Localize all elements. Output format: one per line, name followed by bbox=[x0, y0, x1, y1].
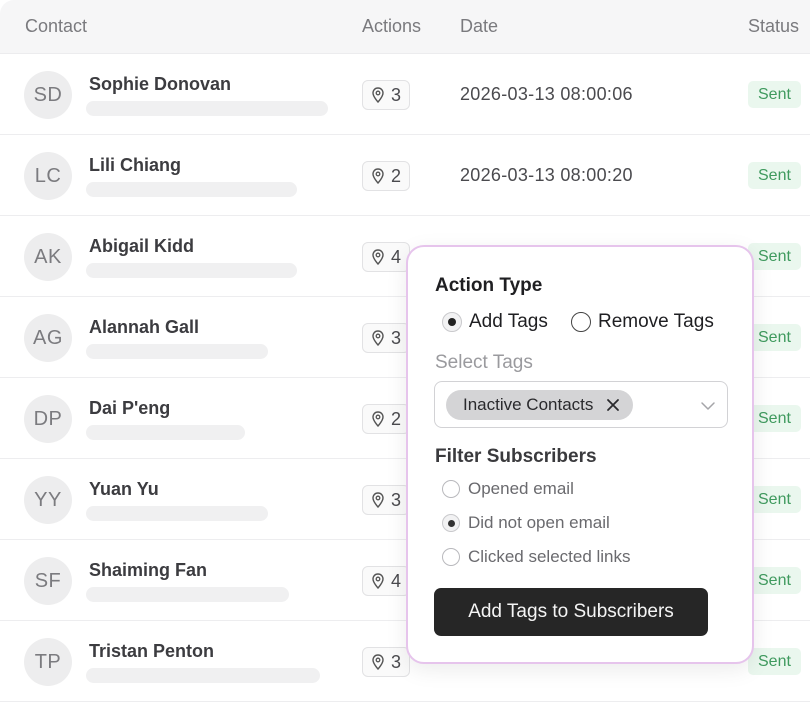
avatar: YY bbox=[24, 476, 72, 524]
header-actions[interactable]: Actions bbox=[362, 16, 421, 37]
add-tags-label: Add Tags bbox=[469, 311, 548, 332]
header-contact[interactable]: Contact bbox=[25, 16, 87, 37]
contact-name[interactable]: Tristan Penton bbox=[89, 641, 214, 662]
sent-date: 2026-03-13 08:00:20 bbox=[460, 165, 633, 185]
contact-name[interactable]: Alannah Gall bbox=[89, 317, 199, 338]
filter-subscribers-title: Filter Subscribers bbox=[435, 446, 597, 467]
status-badge: Sent bbox=[748, 486, 801, 513]
actions-count: 2 bbox=[391, 408, 402, 429]
table-header: Contact Actions Date Status bbox=[0, 0, 810, 54]
actions-count: 3 bbox=[391, 651, 402, 672]
email-placeholder bbox=[86, 101, 328, 116]
email-placeholder bbox=[86, 344, 268, 359]
avatar: TP bbox=[24, 638, 72, 686]
contact-name[interactable]: Shaiming Fan bbox=[89, 560, 207, 581]
remove-tag-icon[interactable] bbox=[605, 397, 621, 413]
actions-count-chip[interactable]: 3 bbox=[362, 80, 411, 110]
location-pin-icon bbox=[372, 330, 384, 346]
opened-email-radio[interactable] bbox=[442, 480, 460, 498]
contact-name[interactable]: Sophie Donovan bbox=[89, 74, 231, 95]
tags-select[interactable]: Inactive Contacts bbox=[434, 381, 728, 428]
add-tags-submit-button[interactable]: Add Tags to Subscribers bbox=[434, 588, 708, 636]
email-placeholder bbox=[86, 587, 289, 602]
avatar: SF bbox=[24, 557, 72, 605]
actions-count-chip[interactable]: 2 bbox=[362, 161, 411, 191]
location-pin-icon bbox=[372, 654, 384, 670]
status-badge: Sent bbox=[748, 567, 801, 594]
avatar: DP bbox=[24, 395, 72, 443]
add-tags-option[interactable]: Add Tags bbox=[442, 311, 548, 333]
did-not-open-label: Did not open email bbox=[468, 513, 610, 532]
table-row[interactable]: SD Sophie Donovan 3 2026-03-13 08:00:06 … bbox=[0, 54, 810, 135]
status-badge: Sent bbox=[748, 162, 801, 189]
table-row[interactable]: LC Lili Chiang 2 2026-03-13 08:00:20 Sen… bbox=[0, 135, 810, 216]
remove-tags-option[interactable]: Remove Tags bbox=[571, 311, 714, 333]
actions-count: 4 bbox=[391, 246, 402, 267]
avatar: AG bbox=[24, 314, 72, 362]
status-badge: Sent bbox=[748, 405, 801, 432]
contact-name[interactable]: Lili Chiang bbox=[89, 155, 181, 176]
actions-count-chip[interactable]: 3 bbox=[362, 323, 411, 353]
remove-tags-radio[interactable] bbox=[571, 312, 591, 332]
selected-tag-label: Inactive Contacts bbox=[463, 395, 594, 414]
avatar: AK bbox=[24, 233, 72, 281]
actions-count: 3 bbox=[391, 84, 402, 105]
actions-count: 3 bbox=[391, 327, 402, 348]
filter-did-not-open-email[interactable]: Did not open email bbox=[442, 513, 610, 533]
filter-clicked-links[interactable]: Clicked selected links bbox=[442, 547, 631, 567]
contact-name[interactable]: Abigail Kidd bbox=[89, 236, 194, 257]
clicked-links-label: Clicked selected links bbox=[468, 547, 631, 566]
email-placeholder bbox=[86, 668, 320, 683]
tag-action-popover: Action Type Add Tags Remove Tags Select … bbox=[406, 245, 754, 664]
location-pin-icon bbox=[372, 411, 384, 427]
select-tags-label: Select Tags bbox=[435, 352, 533, 373]
status-badge: Sent bbox=[748, 648, 801, 675]
actions-count-chip[interactable]: 4 bbox=[362, 566, 411, 596]
sent-date: 2026-03-13 08:00:06 bbox=[460, 84, 633, 104]
chevron-down-icon[interactable] bbox=[699, 397, 717, 415]
opened-email-label: Opened email bbox=[468, 479, 574, 498]
actions-count-chip[interactable]: 2 bbox=[362, 404, 411, 434]
status-badge: Sent bbox=[748, 243, 801, 270]
header-status[interactable]: Status bbox=[748, 16, 799, 37]
location-pin-icon bbox=[372, 168, 384, 184]
actions-count: 3 bbox=[391, 489, 402, 510]
actions-count-chip[interactable]: 3 bbox=[362, 647, 411, 677]
location-pin-icon bbox=[372, 573, 384, 589]
did-not-open-radio[interactable] bbox=[442, 514, 460, 532]
avatar: SD bbox=[24, 71, 72, 119]
add-tags-radio[interactable] bbox=[442, 312, 462, 332]
email-placeholder bbox=[86, 263, 297, 278]
location-pin-icon bbox=[372, 492, 384, 508]
action-type-title: Action Type bbox=[435, 275, 543, 296]
actions-count: 2 bbox=[391, 165, 402, 186]
location-pin-icon bbox=[372, 249, 384, 265]
avatar: LC bbox=[24, 152, 72, 200]
status-badge: Sent bbox=[748, 81, 801, 108]
filter-opened-email[interactable]: Opened email bbox=[442, 479, 574, 499]
contact-name[interactable]: Yuan Yu bbox=[89, 479, 159, 500]
selected-tag-chip: Inactive Contacts bbox=[446, 390, 634, 420]
clicked-links-radio[interactable] bbox=[442, 548, 460, 566]
actions-count-chip[interactable]: 4 bbox=[362, 242, 411, 272]
contact-name[interactable]: Dai P'eng bbox=[89, 398, 170, 419]
actions-count-chip[interactable]: 3 bbox=[362, 485, 411, 515]
email-placeholder bbox=[86, 182, 297, 197]
email-placeholder bbox=[86, 506, 268, 521]
remove-tags-label: Remove Tags bbox=[598, 311, 714, 332]
status-badge: Sent bbox=[748, 324, 801, 351]
email-placeholder bbox=[86, 425, 245, 440]
location-pin-icon bbox=[372, 87, 384, 103]
actions-count: 4 bbox=[391, 570, 402, 591]
header-date[interactable]: Date bbox=[460, 16, 498, 37]
